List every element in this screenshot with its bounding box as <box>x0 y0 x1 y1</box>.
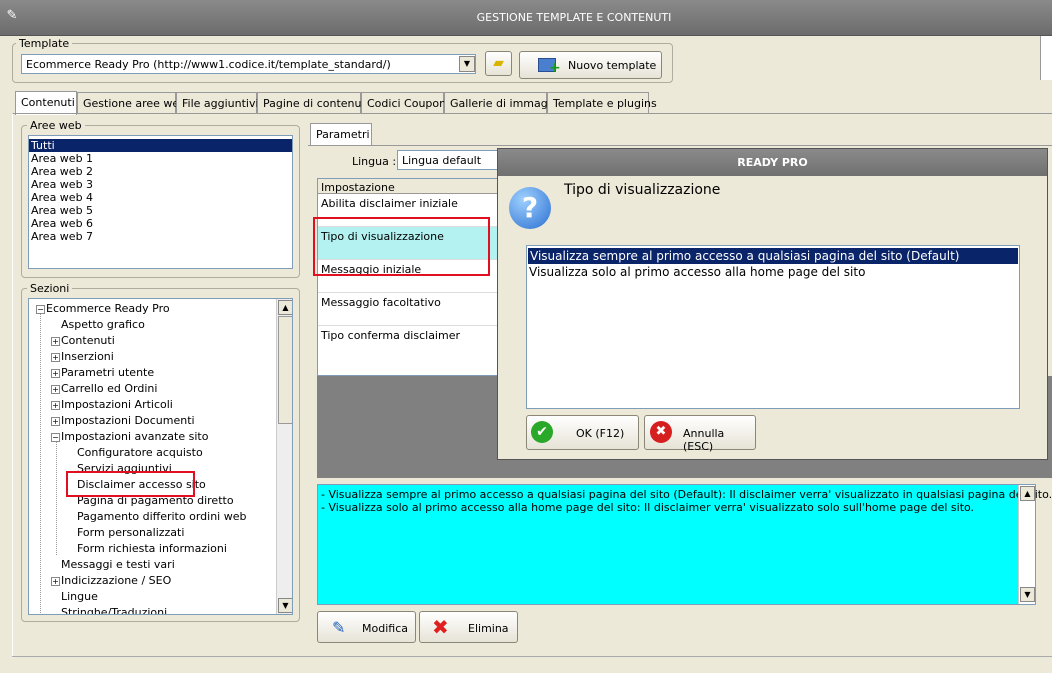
tree-item[interactable]: Form personalizzati <box>77 526 184 540</box>
list-item[interactable]: Area web 3 <box>29 178 292 191</box>
tree-item[interactable]: Impostazioni Documenti <box>61 414 195 428</box>
tree-item[interactable]: Contenuti <box>61 334 115 348</box>
tab-gallerie-di-immagini[interactable]: Gallerie di immagini <box>444 92 561 114</box>
dialog-ready-pro: READY PRO ? Tipo di visualizzazione Visu… <box>497 148 1048 460</box>
tab-gestione-aree-web[interactable]: Gestione aree web <box>77 92 186 114</box>
check-icon: ✔ <box>531 421 553 443</box>
title-bar: ✎ GESTIONE TEMPLATE E CONTENUTI <box>0 0 1052 36</box>
list-item[interactable]: Tutti <box>29 139 292 152</box>
status-bar <box>12 656 1052 673</box>
tree-item[interactable]: Impostazioni Articoli <box>61 398 173 412</box>
tab-contenuti[interactable]: Contenuti <box>15 91 77 115</box>
tab-pagine-di-contenuti[interactable]: Pagine di contenuti <box>257 92 369 114</box>
new-template-button[interactable]: + Nuovo template <box>519 51 662 79</box>
lingua-select[interactable]: Lingua default <box>397 150 507 170</box>
tab-codici-coupon[interactable]: Codici Coupon <box>361 92 446 114</box>
list-item[interactable]: Area web 6 <box>29 217 292 230</box>
tree-item[interactable]: Impostazioni avanzate sito <box>61 430 208 444</box>
scroll-thumb[interactable] <box>278 316 292 424</box>
open-folder-button[interactable]: ▰ <box>485 51 512 76</box>
tree-item[interactable]: Parametri utente <box>61 366 154 380</box>
dialog-heading: Tipo di visualizzazione <box>564 182 721 198</box>
delete-icon: ✖ <box>432 615 449 639</box>
scroll-up-arrow[interactable]: ▲ <box>1020 486 1035 501</box>
annotation-highlight-tipo <box>313 217 490 276</box>
tree-item[interactable]: Stringhe/Traduzioni <box>61 606 167 614</box>
dialog-option-selected[interactable]: Visualizza sempre al primo accesso a qua… <box>528 248 1018 264</box>
right-panel-edge <box>1040 36 1052 80</box>
cancel-icon: ✖ <box>650 421 672 443</box>
window-title: GESTIONE TEMPLATE E CONTENUTI <box>476 11 672 24</box>
sezioni-tree[interactable]: − Ecommerce Ready Pro Aspetto grafico + … <box>28 298 293 615</box>
grid-header: Impostazione <box>318 179 499 194</box>
modifica-button[interactable]: ✎ Modifica <box>317 611 416 643</box>
list-item[interactable]: Area web 7 <box>29 230 292 243</box>
description-line: - Visualizza solo al primo accesso alla … <box>321 501 975 514</box>
dialog-option[interactable]: Visualizza solo al primo accesso alla ho… <box>527 264 1019 280</box>
elimina-button[interactable]: ✖ Elimina <box>419 611 518 643</box>
tree-item[interactable]: Pagamento differito ordini web <box>77 510 246 524</box>
cancel-button[interactable]: ✖ Annulla (ESC) <box>644 415 756 453</box>
tree-item[interactable]: Carrello ed Ordini <box>61 382 157 396</box>
description-line: - Visualizza sempre al primo accesso a q… <box>321 488 1052 501</box>
list-item[interactable]: Area web 1 <box>29 152 292 165</box>
tab-template-e-plugins[interactable]: Template e plugins <box>547 92 657 114</box>
template-select[interactable]: Ecommerce Ready Pro (http://www1.codice.… <box>21 54 476 74</box>
dialog-title: READY PRO <box>498 149 1047 176</box>
scroll-down-arrow[interactable]: ▼ <box>1020 587 1035 602</box>
tree-item[interactable]: Inserzioni <box>61 350 114 364</box>
grid-row[interactable]: Messaggio facoltativo <box>318 293 499 326</box>
tree-item[interactable]: Configuratore acquisto <box>77 446 203 460</box>
list-item[interactable]: Area web 2 <box>29 165 292 178</box>
parametri-grid[interactable]: Impostazione Abilita disclaimer iniziale… <box>317 178 499 376</box>
description-scrollbar[interactable]: ▲ ▼ <box>1018 485 1035 604</box>
list-item[interactable]: Area web 4 <box>29 191 292 204</box>
chevron-down-icon[interactable]: ▼ <box>459 56 475 72</box>
tree-item[interactable]: Indicizzazione / SEO <box>61 574 171 588</box>
tree-item[interactable]: Messaggi e testi vari <box>61 558 175 572</box>
aree-web-list[interactable]: Tutti Area web 1 Area web 2 Area web 3 A… <box>28 135 293 269</box>
list-item[interactable]: Area web 5 <box>29 204 292 217</box>
tab-parametri[interactable]: Parametri <box>310 123 372 146</box>
tab-strip: Contenuti Gestione aree web File aggiunt… <box>15 91 657 115</box>
scroll-down-arrow[interactable]: ▼ <box>278 598 292 613</box>
plus-icon: + <box>549 60 561 76</box>
annotation-highlight-disclaimer <box>66 471 195 497</box>
scroll-up-arrow[interactable]: ▲ <box>278 300 292 315</box>
description-box: - Visualizza sempre al primo accesso a q… <box>317 484 1052 605</box>
grid-row[interactable]: Tipo conferma disclaimer <box>318 326 499 359</box>
lingua-label: Lingua : <box>352 155 397 168</box>
edit-icon: ✎ <box>332 618 346 637</box>
sezioni-legend: Sezioni <box>27 282 73 295</box>
tree-item[interactable]: Lingue <box>61 590 98 604</box>
aree-web-legend: Aree web <box>27 119 85 132</box>
tree-item[interactable]: Form richiesta informazioni <box>77 542 227 556</box>
question-icon: ? <box>509 187 551 229</box>
dialog-options-list[interactable]: Visualizza sempre al primo accesso a qua… <box>526 245 1020 409</box>
template-legend: Template <box>16 37 73 50</box>
tree-item[interactable]: Aspetto grafico <box>61 318 145 332</box>
tree-root[interactable]: Ecommerce Ready Pro <box>46 302 170 316</box>
folder-icon: ▰ <box>493 55 504 71</box>
tree-scrollbar[interactable]: ▲ ▼ <box>276 299 292 614</box>
tab-file-aggiuntivi[interactable]: File aggiuntivi <box>176 92 259 114</box>
ok-button[interactable]: ✔ OK (F12) <box>526 415 639 450</box>
